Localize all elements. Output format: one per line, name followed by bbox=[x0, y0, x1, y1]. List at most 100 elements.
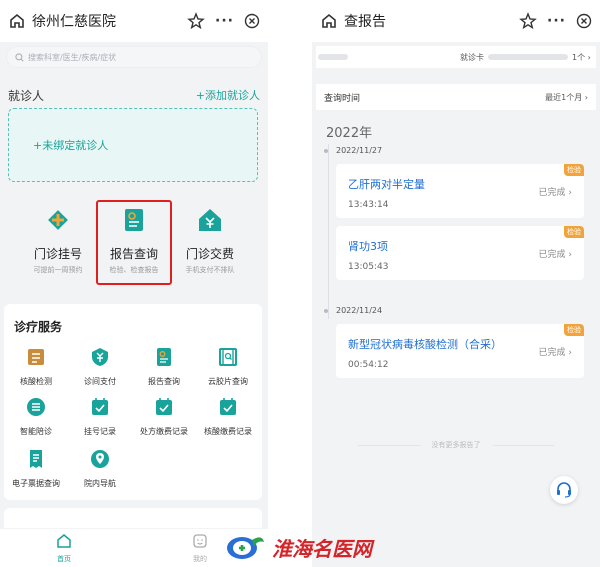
tab-home[interactable]: 首页 bbox=[44, 533, 84, 564]
report-title: 肾功3项 bbox=[348, 240, 388, 253]
customer-service-button[interactable] bbox=[550, 476, 578, 504]
service-item[interactable]: 核酸检测 bbox=[4, 346, 68, 387]
next-panel bbox=[4, 508, 262, 528]
services-panel: 诊疗服务 核酸检测 诊间支付 报告查询 云胶片查询 智能陪诊 挂号记录 处方缴费… bbox=[4, 304, 262, 500]
visit-card-selector[interactable]: 就诊卡 1个 › bbox=[316, 46, 596, 68]
top-bar: 查报告 ··· bbox=[312, 0, 600, 42]
service-name: 处方缴费记录 bbox=[140, 427, 188, 436]
watermark: 淮海名医网 bbox=[226, 530, 372, 564]
blurred-patient-name bbox=[318, 54, 348, 60]
query-time-value: 最近1个月 › bbox=[545, 92, 588, 102]
quick-name: 门诊挂号 bbox=[33, 247, 82, 261]
hospital-title: 徐州仁慈医院 bbox=[32, 14, 116, 30]
yuan-shield-icon bbox=[92, 348, 108, 366]
page-title: 查报告 bbox=[344, 14, 386, 30]
service-name: 核酸缴费记录 bbox=[204, 427, 252, 436]
star-icon[interactable] bbox=[187, 12, 205, 30]
report-time: 13:05:43 bbox=[348, 262, 389, 272]
service-name: 核酸检测 bbox=[20, 377, 52, 386]
search-icon bbox=[15, 52, 24, 62]
service-item[interactable]: 院内导航 bbox=[68, 448, 132, 489]
quick-registration[interactable]: 门诊挂号 可提前一周预约 bbox=[16, 196, 100, 275]
tab-label: 我的 bbox=[193, 555, 207, 563]
list-circle-icon bbox=[27, 398, 45, 416]
quick-name: 门诊交费 bbox=[185, 247, 234, 261]
search-placeholder: 搜索科室/医生/疾病/症状 bbox=[28, 52, 117, 62]
receipt-icon bbox=[30, 450, 42, 468]
report-title: 新型冠状病毒核酸检测（合采） bbox=[348, 338, 502, 351]
nucleic-test-icon bbox=[28, 349, 44, 365]
bind-patient-card[interactable]: +未绑定就诊人 bbox=[8, 108, 258, 182]
blurred-card-number bbox=[488, 54, 568, 60]
more-menu-button[interactable]: ··· bbox=[215, 13, 234, 29]
divider-line bbox=[358, 444, 420, 446]
service-name: 院内导航 bbox=[84, 479, 116, 488]
timeline-dot bbox=[324, 148, 328, 153]
date-label: 2022/11/27 bbox=[336, 146, 383, 155]
report-title: 乙肝两对半定量 bbox=[348, 178, 425, 191]
hospital-cross-icon bbox=[48, 210, 68, 230]
unbound-patient-text: +未绑定就诊人 bbox=[33, 139, 109, 152]
top-bar: 徐州仁慈医院 ··· bbox=[0, 0, 268, 42]
no-more-text: 没有更多报告了 bbox=[431, 441, 481, 449]
report-card[interactable]: 检验 新型冠状病毒核酸检测（合采） 00:54:12 已完成 › bbox=[336, 324, 584, 378]
tab-mine[interactable]: 我的 bbox=[180, 533, 220, 564]
query-time-row[interactable]: 查询时间 最近1个月 › bbox=[316, 84, 596, 110]
no-more-divider: 没有更多报告了 bbox=[352, 440, 560, 450]
query-time-label: 查询时间 bbox=[324, 93, 361, 104]
home-screen: 徐州仁慈医院 ··· 搜索科室/医生/疾病/症状 就诊人 +添加就诊人 +未绑定… bbox=[0, 0, 268, 567]
service-item[interactable]: 报告查询 bbox=[132, 346, 196, 387]
home-icon bbox=[57, 534, 71, 548]
service-name: 智能陪诊 bbox=[20, 427, 52, 436]
report-time: 13:43:14 bbox=[348, 200, 389, 210]
smile-face-icon bbox=[193, 534, 207, 548]
report-screen: 查报告 ··· 就诊卡 1个 › 查询时间 最近1个月 › 2022年 2022… bbox=[312, 0, 600, 567]
service-name: 挂号记录 bbox=[84, 427, 116, 436]
more-menu-button[interactable]: ··· bbox=[547, 13, 566, 29]
service-name: 云胶片查询 bbox=[208, 377, 248, 386]
divider-line bbox=[492, 444, 554, 446]
card-count: 1个 › bbox=[572, 52, 591, 62]
add-patient-button[interactable]: +添加就诊人 bbox=[196, 87, 260, 103]
report-status: 已完成 › bbox=[538, 348, 572, 358]
report-status: 已完成 › bbox=[538, 250, 572, 260]
watermark-text: 淮海名医网 bbox=[272, 536, 372, 561]
service-name: 电子票据查询 bbox=[12, 479, 60, 488]
services-title: 诊疗服务 bbox=[14, 320, 63, 334]
report-card[interactable]: 检验 肾功3项 13:05:43 已完成 › bbox=[336, 226, 584, 280]
quick-payment[interactable]: 门诊交费 手机支付不排队 bbox=[168, 196, 252, 275]
calendar-check-icon bbox=[220, 398, 236, 415]
service-item[interactable]: 诊间支付 bbox=[68, 346, 132, 387]
home-icon[interactable] bbox=[320, 12, 338, 30]
date-label: 2022/11/24 bbox=[336, 306, 383, 315]
close-icon[interactable] bbox=[576, 13, 592, 29]
service-item[interactable]: 云胶片查询 bbox=[196, 346, 260, 387]
service-item[interactable]: 智能陪诊 bbox=[4, 396, 68, 437]
house-payment-icon bbox=[199, 209, 221, 231]
search-input[interactable]: 搜索科室/医生/疾病/症状 bbox=[6, 46, 262, 68]
watermark-logo-icon bbox=[227, 537, 264, 559]
report-tag: 检验 bbox=[564, 226, 584, 238]
service-item[interactable]: 处方缴费记录 bbox=[132, 396, 196, 437]
report-card[interactable]: 检验 乙肝两对半定量 13:43:14 已完成 › bbox=[336, 164, 584, 218]
patient-header: 就诊人 +添加就诊人 bbox=[8, 86, 260, 104]
service-item[interactable]: 挂号记录 bbox=[68, 396, 132, 437]
report-time: 00:54:12 bbox=[348, 360, 389, 370]
timeline-line bbox=[328, 144, 329, 319]
date-group: 2022/11/27 bbox=[324, 146, 382, 155]
service-item[interactable]: 电子票据查询 bbox=[4, 448, 68, 489]
calendar-check-icon bbox=[156, 398, 172, 415]
date-group: 2022/11/24 bbox=[324, 306, 382, 315]
report-tag: 检验 bbox=[564, 324, 584, 336]
quick-sub: 手机支付不排队 bbox=[185, 266, 235, 274]
service-name: 诊间支付 bbox=[84, 377, 116, 386]
star-icon[interactable] bbox=[519, 12, 537, 30]
patient-label: 就诊人 bbox=[8, 88, 45, 103]
timeline-dot bbox=[324, 308, 328, 313]
service-item[interactable]: 核酸缴费记录 bbox=[196, 396, 260, 437]
report-tag: 检验 bbox=[564, 164, 584, 176]
close-icon[interactable] bbox=[244, 13, 260, 29]
quick-sub: 可提前一周预约 bbox=[33, 266, 83, 274]
report-status: 已完成 › bbox=[538, 188, 572, 198]
home-icon[interactable] bbox=[8, 12, 26, 30]
